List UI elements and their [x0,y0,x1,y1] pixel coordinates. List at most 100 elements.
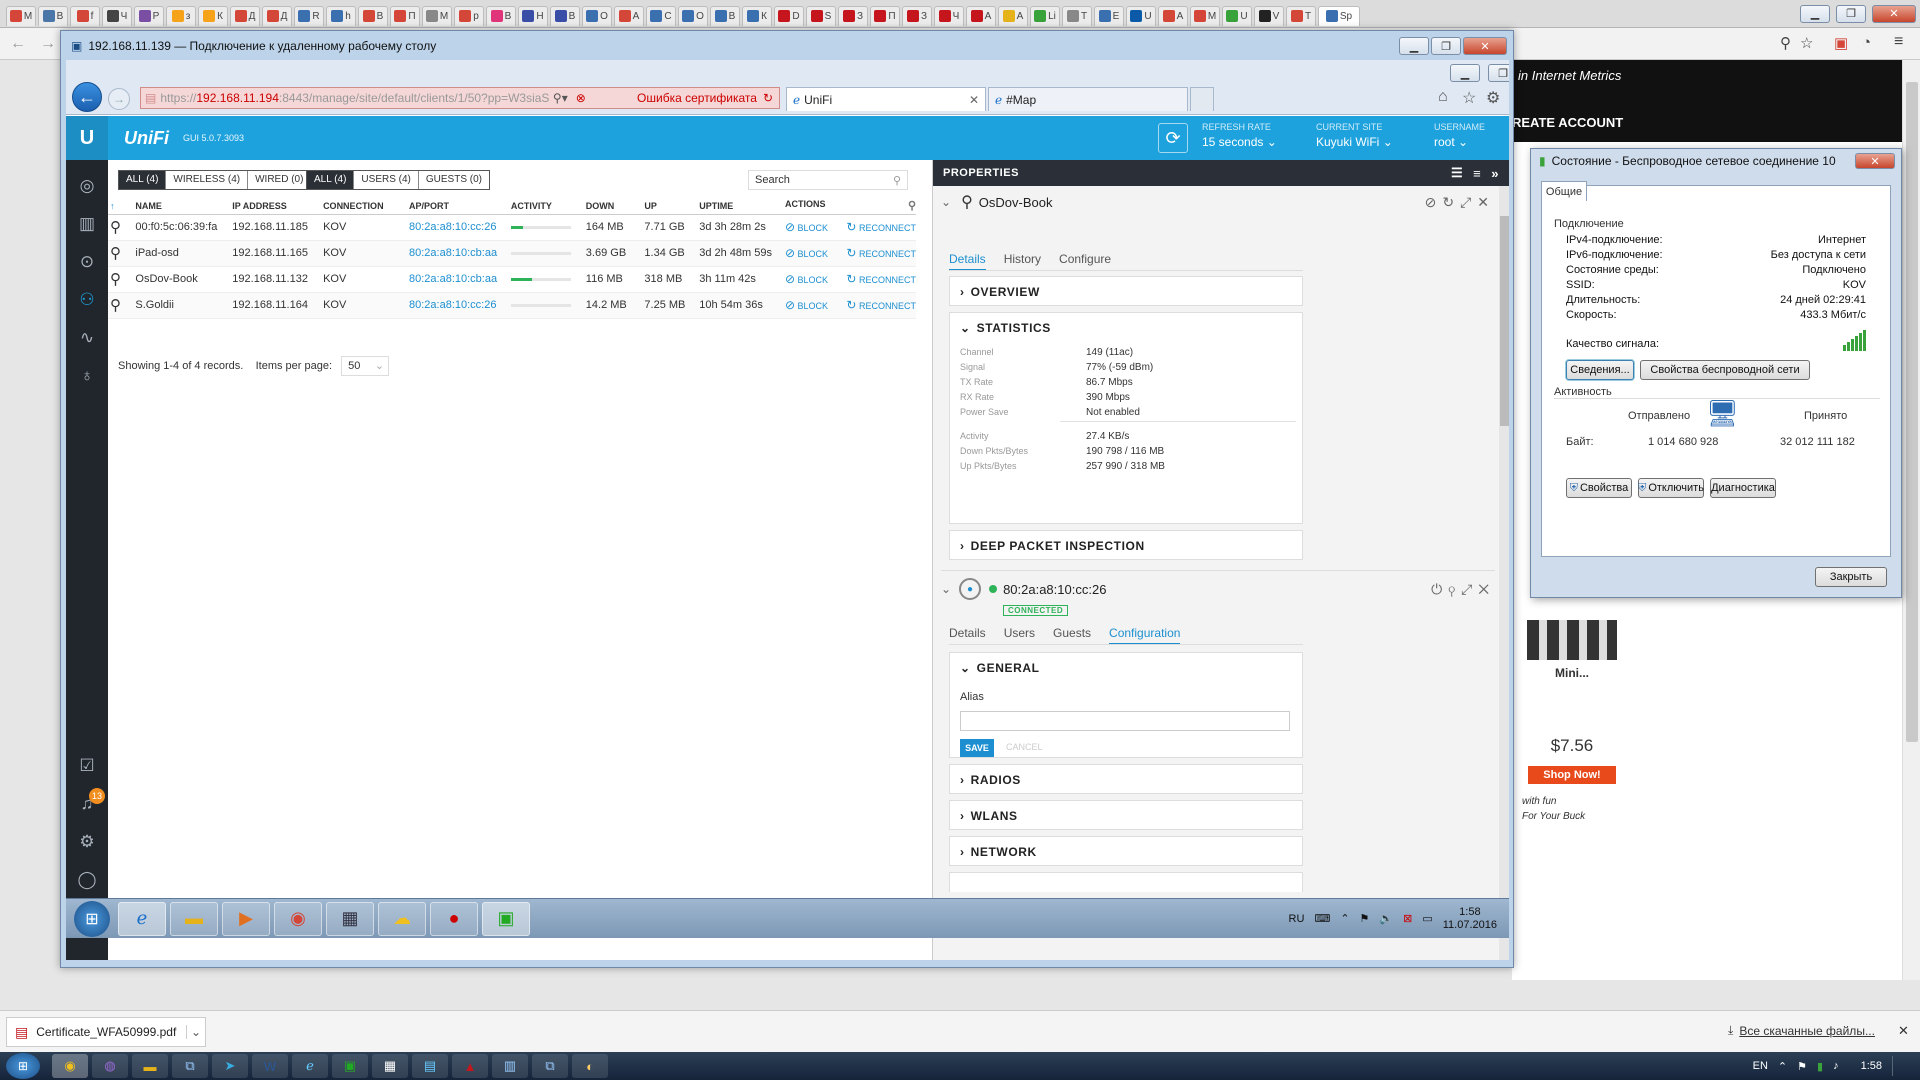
explorer-taskbar-icon[interactable]: ▬ [170,901,218,936]
browser-tab[interactable]: Sp [1318,5,1360,26]
expand-icon[interactable]: ⤢ [1460,194,1477,210]
star-icon[interactable]: ☆ [1800,34,1813,52]
telegram-taskbar-icon[interactable]: ➤ [212,1054,248,1078]
browser-tab[interactable]: К [198,5,228,26]
alerts-icon[interactable]: ♫ 13 [66,788,108,814]
dialog-close-btn[interactable]: Закрыть [1815,567,1887,587]
table-row[interactable]: ⚲ S.Goldii 192.168.11.164 KOV 80:2a:a8:10:cc… [108,292,916,319]
search-icon[interactable]: ⚲▾ [553,91,568,105]
refresh-icon[interactable]: ↻ [763,91,779,105]
tab-history[interactable]: History [1004,252,1041,269]
network-error-icon[interactable]: ⊠ [1403,912,1412,925]
show-desktop-button[interactable] [1892,1056,1900,1076]
browser-tab[interactable]: Ч [934,5,964,26]
browser-tab[interactable]: П [870,5,900,26]
dialog-titlebar[interactable]: ▮ Состояние - Беспроводное сетевое соеди… [1531,149,1901,173]
wlans-section[interactable]: › WLANS [949,800,1303,830]
browser-tab[interactable]: U [1222,5,1252,26]
ie-back-button[interactable]: ← [72,82,102,112]
browser-tab[interactable]: V [1254,5,1284,26]
statistics-icon[interactable]: ∿ [66,328,108,348]
ie-address-bar[interactable]: ▤ https:// 192.168.11.194 :8443/manage/s… [140,87,780,109]
cancel-button[interactable]: CANCEL [1006,742,1043,752]
ie-tab-close-icon[interactable]: ✕ [969,93,979,107]
language-indicator[interactable]: RU [1289,913,1305,925]
media-player-taskbar-icon[interactable]: ▶ [222,901,270,936]
app-taskbar-icon[interactable]: ● [430,901,478,936]
chrome-taskbar-icon[interactable]: ◉ [274,901,322,936]
browser-tab[interactable]: р [454,5,484,26]
outer-scrollbar[interactable] [1902,60,1920,980]
browser-restore-button[interactable]: ❐ [1836,4,1866,23]
col-activity[interactable]: ACTIVITY [508,198,584,215]
diagnostics-button[interactable]: Диагностика [1710,478,1776,498]
tab-details[interactable]: Details [949,252,986,271]
create-account-link[interactable]: REATE ACCOUNT [1512,115,1623,130]
keyboard-icon[interactable]: ⌨ [1314,912,1330,925]
dpi-section[interactable]: › DEEP PACKET INSPECTION [949,530,1303,560]
ie-tab-map[interactable]: ℯ #Map [988,87,1188,111]
rdp-titlebar[interactable]: ▣ 192.168.11.139 — Подключение к удаленн… [61,31,1513,61]
ie-tab-unifi[interactable]: ℯ UniFi ✕ [786,87,986,111]
language-indicator[interactable]: EN [1753,1060,1768,1072]
col-ap-port[interactable]: AP/PORT [407,198,509,215]
acrobat-taskbar-icon[interactable]: ▲ [452,1054,488,1078]
power-icon[interactable]: ⏻ [1431,581,1448,597]
client-name[interactable]: OsDov-Book [133,266,231,293]
clock-time[interactable]: 1:58 [1861,1060,1882,1072]
terminal-taskbar-icon[interactable]: ▣ [482,901,530,936]
browser-tab[interactable]: E [1094,5,1124,26]
filter-wireless[interactable]: WIRELESS (4) [166,171,249,189]
general-header[interactable]: ⌄ GENERAL [950,653,1302,683]
ie-forward-button[interactable]: → [108,88,130,110]
devices-icon[interactable]: ⊙ [66,252,108,272]
cert-error[interactable]: Ошибка сертификата [637,91,763,105]
settings-icon[interactable]: ⚙ [66,832,108,852]
reconnect-button[interactable]: ↻ RECONNECT [846,246,916,260]
col-uptime[interactable]: UPTIME [697,198,783,215]
ie-new-tab[interactable] [1190,87,1214,111]
browser-tab[interactable]: В [710,5,740,26]
word-taskbar-icon[interactable]: W [252,1054,288,1078]
block-button[interactable]: ⊘ BLOCK [785,220,828,234]
list-icon[interactable]: ☰ [1451,165,1463,181]
block-button[interactable]: ⊘ BLOCK [785,246,828,260]
table-row[interactable]: ⚲ iPad-osd 192.168.11.165 KOV 80:2a:a8:10:cb… [108,240,916,267]
flag-icon[interactable]: ⚑ [1797,1060,1807,1073]
browser-tab[interactable]: В [550,5,580,26]
collapse-icon[interactable]: » [1491,166,1499,181]
close-icon[interactable]: ✕ [1478,581,1495,597]
home-icon[interactable]: ⌂ [1438,88,1448,106]
client-ap[interactable]: 80:2a:a8:10:cc:26 [407,292,509,319]
col-ip[interactable]: IP ADDRESS [230,198,322,215]
browser-tab[interactable]: T [1286,5,1316,26]
col-down[interactable]: DOWN [583,198,643,215]
browser-tab[interactable]: М [422,5,452,26]
save-button[interactable]: SAVE [960,739,994,757]
client-name[interactable]: S.Goldii [133,292,231,319]
filter-guests[interactable]: GUESTS (0) [419,171,489,189]
chat-icon[interactable]: ◯ [66,870,108,890]
alias-input[interactable] [960,711,1290,731]
items-per-page-select[interactable]: 50 ⌄ [341,356,390,376]
browser-tab[interactable]: П [390,5,420,26]
extension-icon[interactable]: ▣ [1834,34,1848,52]
browser-close-button[interactable]: ✕ [1872,4,1916,23]
display-icon[interactable]: ▭ [1422,912,1432,925]
network-taskbar-icon[interactable]: ▥ [492,1054,528,1078]
browser-tab[interactable]: Р [134,5,164,26]
browser-tab[interactable]: з [166,5,196,26]
radios-section[interactable]: › RADIOS [949,764,1303,794]
map-icon[interactable]: ▥ [66,214,108,234]
browser-tab[interactable]: R [294,5,324,26]
browser-tab[interactable]: Ч [102,5,132,26]
reconnect-icon[interactable]: ↻ [1442,194,1460,210]
tools-icon[interactable]: ⚙ [1486,88,1500,108]
tab-ap-guests[interactable]: Guests [1053,626,1091,643]
unifi-logo-icon[interactable]: U [66,116,108,160]
zoom-icon[interactable]: ⚲ [1780,34,1791,52]
reconnect-button[interactable]: ↻ RECONNECT [846,298,916,312]
client-ap[interactable]: 80:2a:a8:10:cb:aa [407,240,509,267]
browser-minimize-button[interactable]: ▁ [1800,4,1830,23]
wifi-icon[interactable]: ▮ [1817,1060,1823,1073]
